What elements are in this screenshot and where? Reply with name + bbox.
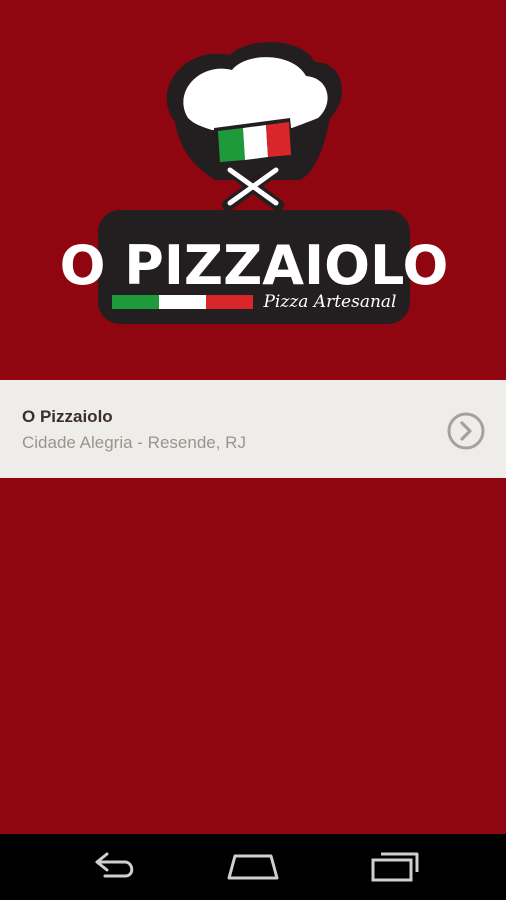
recents-icon[interactable] — [365, 842, 425, 892]
logo-tagline: Pizza Artesanal — [262, 292, 396, 312]
o-pizzaiolo-logo: O PIZZAIOLO Pizza Artesanal — [60, 41, 449, 324]
navigation-bar — [0, 834, 506, 900]
chevron-right-circle-icon[interactable] — [446, 411, 486, 451]
store-list-item[interactable]: O Pizzaiolo Cidade Alegria - Resende, RJ — [0, 380, 506, 478]
store-list: O Pizzaiolo Cidade Alegria - Resende, RJ — [0, 380, 506, 478]
logo-area: O PIZZAIOLO Pizza Artesanal — [0, 0, 506, 380]
store-address: Cidade Alegria - Resende, RJ — [22, 433, 246, 452]
home-icon[interactable] — [223, 842, 283, 892]
store-name: O Pizzaiolo — [22, 407, 113, 426]
logo-title: O PIZZAIOLO — [60, 234, 449, 297]
back-icon[interactable] — [83, 842, 143, 892]
